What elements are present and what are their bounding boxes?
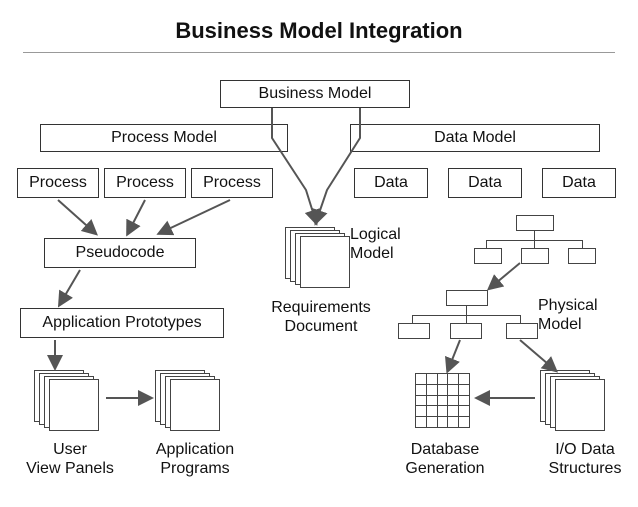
label-logical-model: Logical Model [350,225,460,263]
tree-icon-physical [398,290,528,338]
box-business-model: Business Model [220,80,410,108]
label-requirements-document: Requirements Document [266,298,376,336]
box-process-1: Process [17,168,99,198]
diagram-stage: Business Model Integration Business Mode… [0,0,638,507]
pages-icon [34,370,96,428]
label-database-generation: Database Generation [390,440,500,478]
diagram-title: Business Model Integration [0,18,638,44]
tree-icon-logical [474,215,594,263]
box-application-prototypes: Application Prototypes [20,308,224,338]
box-data-3: Data [542,168,616,198]
box-data-model: Data Model [350,124,600,152]
label-io-data-structures: I/O Data Structures [530,440,638,478]
label-physical-model: Physical Model [538,296,638,334]
pages-icon [285,227,347,285]
pages-icon [540,370,602,428]
label-user-view-panels: User View Panels [10,440,130,478]
box-data-2: Data [448,168,522,198]
label-application-programs: Application Programs [140,440,250,478]
box-process-3: Process [191,168,273,198]
box-pseudocode: Pseudocode [44,238,196,268]
grid-icon [415,373,470,428]
box-process-2: Process [104,168,186,198]
title-divider [23,52,615,53]
pages-icon [155,370,217,428]
box-process-model: Process Model [40,124,288,152]
box-data-1: Data [354,168,428,198]
